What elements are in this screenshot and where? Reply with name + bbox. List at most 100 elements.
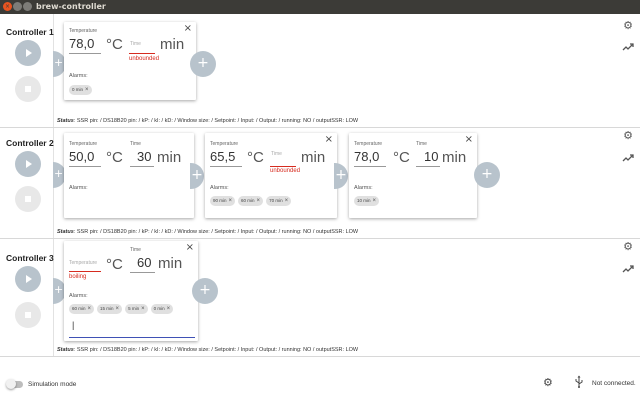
temperature-label: Temperature [210, 141, 239, 147]
celsius-unit: °C [106, 36, 123, 53]
chip-remove-icon[interactable]: × [373, 196, 377, 206]
play-icon [26, 49, 32, 57]
controller-2-add-step-button[interactable]: + [334, 163, 348, 189]
controller-2-stop-button[interactable] [15, 186, 41, 212]
temperature-label: Temperature [69, 260, 98, 266]
controller-2-play-button[interactable] [15, 151, 41, 177]
chip-remove-icon[interactable]: × [285, 196, 289, 206]
close-icon[interactable]: × [184, 23, 192, 34]
alarm-chip: 60 min × [238, 196, 264, 206]
temperature-label: Temperature [69, 141, 98, 147]
controller-1-play-button[interactable] [15, 40, 41, 66]
play-icon [26, 160, 32, 168]
close-icon[interactable]: × [186, 242, 194, 253]
time-underline [130, 166, 154, 167]
chip-remove-icon[interactable]: × [141, 304, 145, 314]
stop-icon [25, 196, 31, 202]
trending-up-icon[interactable] [621, 153, 635, 167]
time-label: Time [271, 151, 282, 157]
controller-2-status: Status: SSR pin: / DS18B20 pin: / kP: / … [57, 229, 359, 235]
step-card: × Temperature 78,0 °C Time min unbounded… [64, 22, 196, 100]
controller-1-add-step-button[interactable]: + [190, 51, 216, 77]
window-minimize-icon[interactable] [13, 2, 22, 11]
temperature-input[interactable]: 78,0 [354, 149, 379, 164]
section-divider [0, 127, 640, 128]
time-input[interactable]: 60 [137, 255, 151, 270]
controller-2-label: Controller 2 [6, 138, 54, 148]
time-label: Time [130, 141, 141, 147]
min-unit: min [442, 149, 467, 166]
trending-up-icon[interactable] [621, 264, 635, 278]
celsius-unit: °C [247, 149, 264, 166]
time-note: unbounded [129, 56, 160, 62]
stop-icon [25, 86, 31, 92]
connection-status: Not connected. [592, 380, 636, 387]
close-icon[interactable]: × [465, 134, 473, 145]
temperature-underline [69, 53, 101, 54]
min-unit: min [158, 255, 183, 272]
title-bar: × brew-controller [0, 0, 640, 14]
simulation-mode-toggle[interactable] [6, 379, 23, 389]
controller-2-add-step-button[interactable]: + [474, 162, 500, 188]
controller-3-status: Status: SSR pin: / DS18B20 pin: / kP: / … [57, 347, 359, 353]
controller-3-stop-button[interactable] [15, 302, 41, 328]
temperature-label: Temperature [69, 28, 98, 34]
alarms-label: Alarms: [354, 185, 373, 191]
chip-remove-icon[interactable]: × [116, 304, 120, 314]
chip-remove-icon[interactable]: × [167, 304, 171, 314]
controller-3-label: Controller 3 [6, 253, 54, 263]
temperature-input[interactable]: 78,0 [69, 36, 94, 51]
alarm-input[interactable] [69, 337, 195, 338]
window-close-icon[interactable]: × [3, 2, 12, 11]
section-divider [0, 356, 640, 357]
alarm-chips: 0 min × [69, 85, 92, 95]
alarms-label: Alarms: [69, 293, 88, 299]
time-label: Time [130, 247, 141, 253]
gear-icon[interactable]: ⚙ [621, 240, 635, 254]
alarms-label: Alarms: [69, 73, 88, 79]
temperature-input[interactable] [69, 271, 101, 272]
time-input[interactable]: 30 [137, 149, 151, 164]
alarm-chip: 90 min × [210, 196, 236, 206]
time-input[interactable] [270, 166, 296, 167]
window-maximize-icon[interactable] [23, 2, 32, 11]
trending-up-icon[interactable] [621, 42, 635, 56]
time-underline [130, 272, 155, 273]
gear-icon[interactable]: ⚙ [621, 19, 635, 33]
controller-3-add-step-button[interactable]: + [192, 278, 218, 304]
temperature-underline [69, 166, 101, 167]
step-card: Temperature 50,0 °C Time 30 min Alarms: [64, 133, 194, 218]
alarms-label: Alarms: [210, 185, 229, 191]
controller-2-add-step-button[interactable]: + [190, 163, 204, 189]
controller-1-stop-button[interactable] [15, 76, 41, 102]
celsius-unit: °C [106, 256, 123, 273]
step-card: × Temperature 78,0 °C Time 10 min Alarms… [349, 133, 477, 218]
temperature-note: boiling [69, 274, 87, 280]
celsius-unit: °C [106, 149, 123, 166]
alarm-chip: 0 min × [69, 85, 92, 95]
chip-remove-icon[interactable]: × [257, 196, 261, 206]
alarm-input-cursor: | [72, 320, 75, 330]
chip-remove-icon[interactable]: × [88, 304, 92, 314]
time-input[interactable] [129, 53, 155, 54]
step-card: × Temperature °C boiling Time 60 min Ala… [64, 241, 198, 341]
chip-remove-icon[interactable]: × [85, 85, 89, 95]
time-input[interactable]: 10 [424, 149, 438, 164]
time-label: Time [416, 141, 427, 147]
gear-icon[interactable]: ⚙ [543, 376, 553, 389]
section-divider [0, 238, 640, 239]
play-icon [26, 275, 32, 283]
gear-icon[interactable]: ⚙ [621, 129, 635, 143]
usb-icon[interactable] [574, 375, 584, 391]
temperature-input[interactable]: 50,0 [69, 149, 94, 164]
controller-3-play-button[interactable] [15, 266, 41, 292]
time-underline [416, 166, 440, 167]
alarm-chips: 60 min × 15 min × 5 min × 0 min × [69, 304, 174, 314]
min-unit: min [157, 149, 182, 166]
simulation-mode-label: Simulation mode [28, 381, 77, 388]
close-icon[interactable]: × [325, 134, 333, 145]
temperature-input[interactable]: 65,5 [210, 149, 235, 164]
chip-remove-icon[interactable]: × [229, 196, 233, 206]
alarm-chips: 90 min × 60 min × 70 min × [210, 196, 292, 206]
time-label: Time [130, 41, 141, 47]
